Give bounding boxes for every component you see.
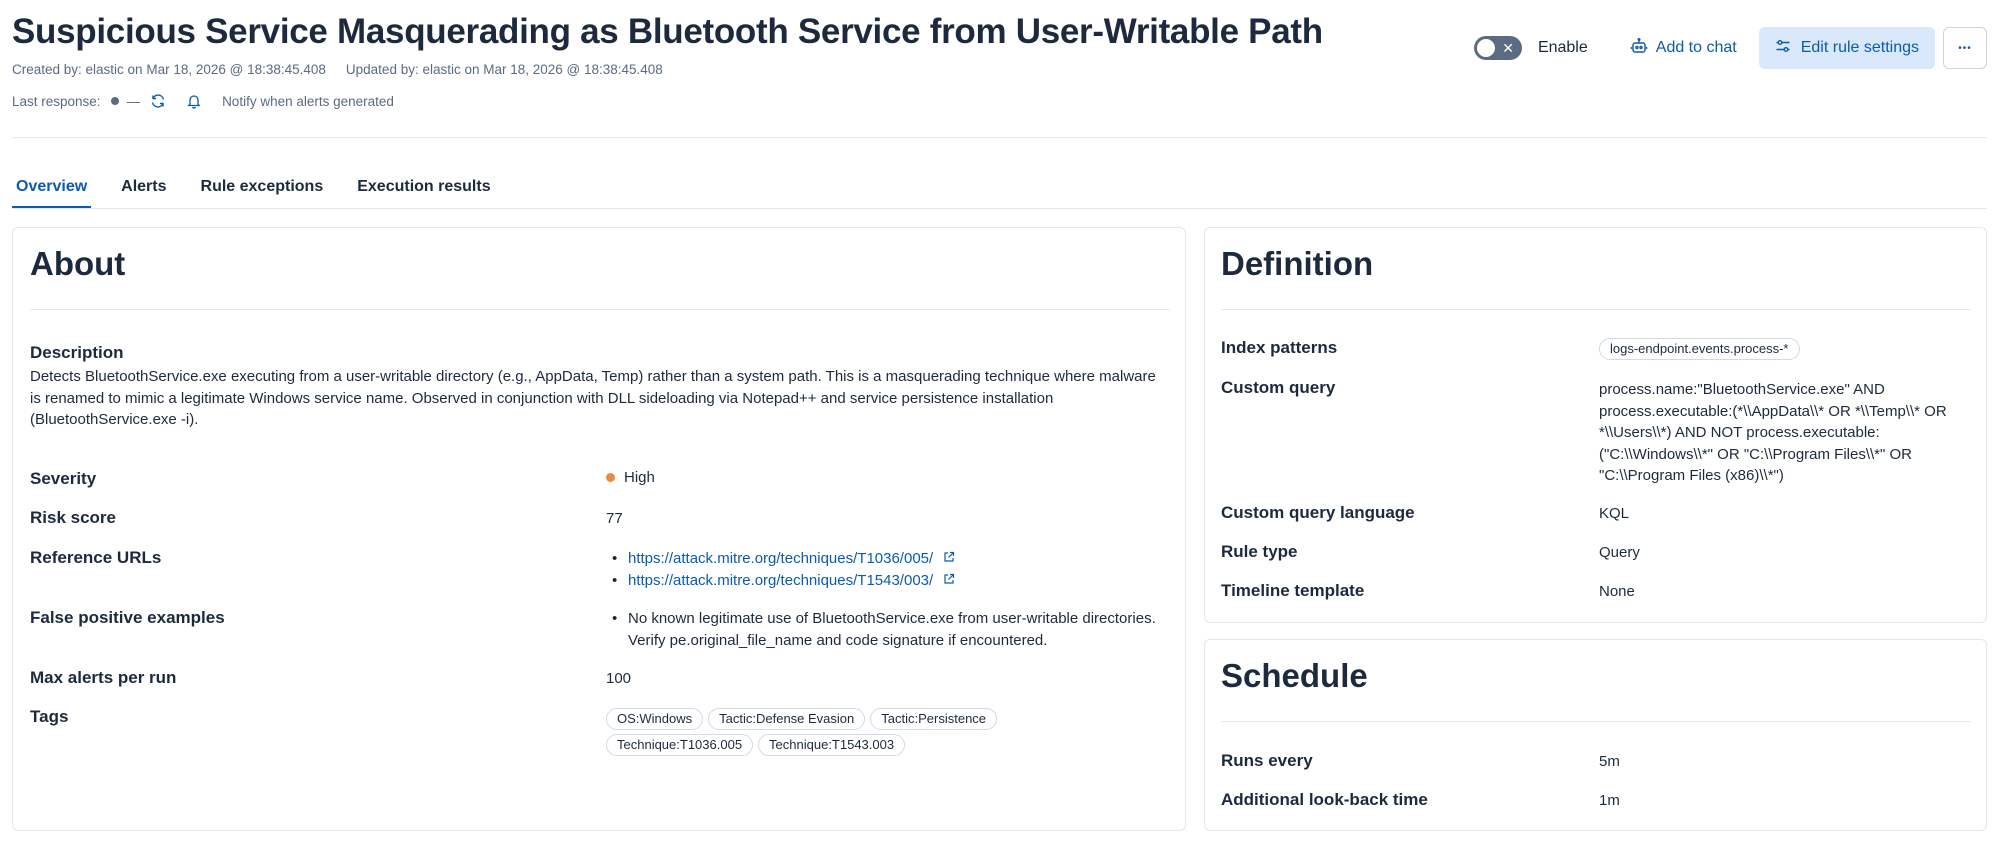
more-icon: ••• bbox=[1958, 42, 1972, 54]
about-title: About bbox=[30, 245, 126, 282]
description-text: Detects BluetoothService.exe executing f… bbox=[30, 368, 1156, 428]
tag-badge: OS:Windows bbox=[606, 708, 704, 730]
severity-dot-icon bbox=[606, 472, 615, 482]
bell-icon[interactable] bbox=[186, 93, 202, 109]
tabs-divider bbox=[12, 208, 1987, 209]
schedule-title: Schedule bbox=[1221, 657, 1368, 694]
header-divider bbox=[12, 137, 1987, 138]
last-response-label: Last response: bbox=[12, 93, 101, 109]
risk-score-value: 77 bbox=[606, 510, 623, 527]
tags-label: Tags bbox=[30, 707, 69, 726]
query-language-label: Custom query language bbox=[1221, 503, 1415, 522]
tag-badge: Technique:T1036.005 bbox=[606, 734, 754, 756]
about-divider bbox=[30, 309, 1170, 310]
robot-icon bbox=[1630, 37, 1648, 60]
tab-rule-exceptions[interactable]: Rule exceptions bbox=[197, 170, 328, 208]
tag-badge: Tactic:Defense Evasion bbox=[708, 708, 866, 730]
definition-panel: Definition Index patterns logs-endpoint.… bbox=[1204, 227, 1987, 623]
toggle-knob bbox=[1475, 38, 1496, 58]
runs-every-label: Runs every bbox=[1221, 751, 1313, 770]
definition-divider bbox=[1221, 309, 1971, 310]
schedule-divider bbox=[1221, 721, 1971, 722]
max-alerts-value: 100 bbox=[606, 670, 632, 687]
list-item: https://attack.mitre.org/techniques/T103… bbox=[606, 548, 955, 570]
reference-urls-list: https://attack.mitre.org/techniques/T103… bbox=[606, 548, 955, 592]
edit-rule-settings-button[interactable]: Edit rule settings bbox=[1758, 27, 1935, 69]
created-by: Created by: elastic on Mar 18, 2026 @ 18… bbox=[12, 62, 326, 77]
status-dot-icon bbox=[110, 97, 119, 105]
list-item: No known legitimate use of BluetoothServ… bbox=[606, 608, 1166, 651]
reference-urls-value: https://attack.mitre.org/techniques/T103… bbox=[606, 548, 955, 592]
severity-label: Severity bbox=[30, 469, 97, 488]
refresh-icon[interactable] bbox=[150, 93, 166, 109]
updated-by: Updated by: elastic on Mar 18, 2026 @ 18… bbox=[345, 62, 663, 77]
custom-query-value: process.name:"BluetoothService.exe" AND … bbox=[1599, 381, 1947, 484]
custom-query-label: Custom query bbox=[1221, 378, 1336, 397]
last-response-value: — bbox=[126, 93, 141, 109]
query-language-value: KQL bbox=[1599, 505, 1630, 522]
reference-url-link[interactable]: https://attack.mitre.org/techniques/T154… bbox=[628, 572, 933, 589]
index-pattern-badge: logs-endpoint.events.process-* bbox=[1599, 338, 1800, 360]
close-icon: ✕ bbox=[1502, 40, 1514, 56]
severity-value: High bbox=[606, 469, 655, 486]
external-link-icon[interactable] bbox=[943, 570, 955, 592]
lookback-value: 1m bbox=[1599, 792, 1620, 809]
tag-badge: Technique:T1543.003 bbox=[758, 734, 906, 756]
lookback-label: Additional look-back time bbox=[1221, 790, 1428, 809]
enable-toggle[interactable]: ✕ bbox=[1473, 36, 1522, 60]
severity-text: High bbox=[624, 469, 655, 486]
add-to-chat-label: Add to chat bbox=[1655, 39, 1737, 56]
add-to-chat-button[interactable]: Add to chat bbox=[1618, 27, 1749, 69]
schedule-panel: Schedule Runs every 5m Additional look-b… bbox=[1204, 639, 1987, 831]
notify-label: Notify when alerts generated bbox=[222, 93, 394, 109]
sliders-icon bbox=[1775, 38, 1791, 59]
timeline-template-label: Timeline template bbox=[1221, 581, 1365, 600]
tags-list: OS:Windows Tactic:Defense Evasion Tactic… bbox=[606, 708, 1046, 756]
list-item: https://attack.mitre.org/techniques/T154… bbox=[606, 570, 955, 592]
false-positive-label: False positive examples bbox=[30, 608, 225, 627]
risk-score-label: Risk score bbox=[30, 508, 116, 527]
last-response: Last response: — Notify when alerts gene… bbox=[12, 91, 1987, 111]
header-actions: ✕ Enable Add to chat Edit rule settings … bbox=[1473, 27, 1987, 69]
rule-type-label: Rule type bbox=[1221, 542, 1298, 561]
tag-badge: Tactic:Persistence bbox=[870, 708, 998, 730]
about-panel: About Description Detects BluetoothServi… bbox=[12, 227, 1186, 831]
index-patterns-value: logs-endpoint.events.process-* bbox=[1599, 338, 1800, 360]
tab-alerts[interactable]: Alerts bbox=[117, 170, 170, 208]
edit-rule-settings-label: Edit rule settings bbox=[1800, 39, 1919, 56]
external-link-icon[interactable] bbox=[943, 548, 955, 570]
index-patterns-label: Index patterns bbox=[1221, 338, 1338, 357]
timeline-template-value: None bbox=[1599, 583, 1635, 600]
tab-overview[interactable]: Overview bbox=[12, 170, 92, 208]
false-positive-list: No known legitimate use of BluetoothServ… bbox=[606, 608, 1166, 651]
false-positive-value: No known legitimate use of BluetoothServ… bbox=[606, 608, 1166, 651]
tags-value: OS:Windows Tactic:Defense Evasion Tactic… bbox=[606, 708, 1046, 756]
description-label: Description bbox=[30, 343, 124, 362]
rule-type-value: Query bbox=[1599, 544, 1640, 561]
tab-execution-results[interactable]: Execution results bbox=[353, 170, 494, 208]
runs-every-value: 5m bbox=[1599, 753, 1620, 770]
rule-tabs: Overview Alerts Rule exceptions Executio… bbox=[12, 170, 521, 208]
enable-label: Enable bbox=[1537, 39, 1588, 56]
definition-title: Definition bbox=[1221, 245, 1374, 282]
reference-urls-label: Reference URLs bbox=[30, 548, 162, 567]
max-alerts-label: Max alerts per run bbox=[30, 668, 177, 687]
reference-url-link[interactable]: https://attack.mitre.org/techniques/T103… bbox=[628, 550, 933, 567]
more-actions-button[interactable]: ••• bbox=[1943, 27, 1987, 69]
